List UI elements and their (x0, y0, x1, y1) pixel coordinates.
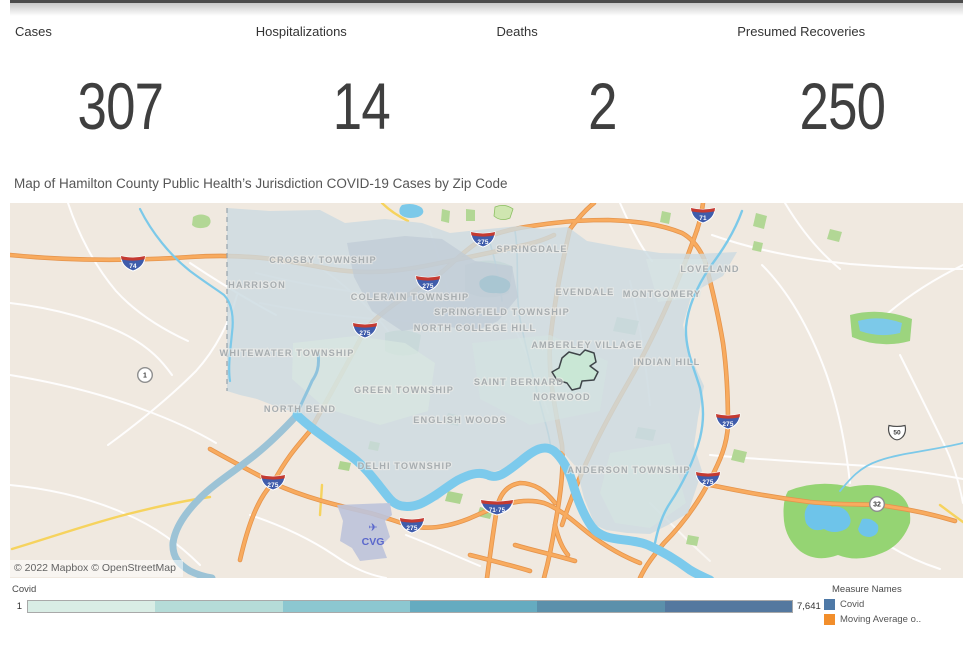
town-label: NORTH COLLEGE HILL (414, 323, 536, 333)
town-label: GREEN TOWNSHIP (354, 385, 454, 395)
color-legend-max: 7,641 (797, 601, 821, 612)
measure-names-legend[interactable]: Measure Names Covid Moving Average o.. (824, 584, 921, 625)
ramp-segment (410, 601, 537, 612)
kpi-value: 307 (24, 68, 217, 144)
town-label: ANDERSON TOWNSHIP (567, 465, 690, 475)
kpi-deaths[interactable]: Deaths 2 (482, 16, 723, 166)
town-label: LOVELAND (680, 264, 739, 274)
kpi-presumed-recoveries[interactable]: Presumed Recoveries 250 (722, 16, 963, 166)
kpi-value: 2 (506, 68, 699, 144)
svg-text:74: 74 (129, 263, 137, 270)
ramp-segment (28, 601, 155, 612)
covid-zip-map[interactable]: ✈ CVG 74 275 275 275 275 275 275 275 71 71·75 1 32 5… (10, 203, 963, 578)
kpi-cases[interactable]: Cases 307 (0, 16, 241, 166)
svg-text:275: 275 (702, 479, 714, 486)
town-label: CROSBY TOWNSHIP (269, 255, 377, 265)
map-canvas: ✈ CVG 74 275 275 275 275 275 275 275 71 71·75 1 32 5… (10, 203, 963, 578)
legend-item-moving-average[interactable]: Moving Average o.. (824, 614, 921, 625)
ramp-segment (283, 601, 410, 612)
kpi-label: Cases (15, 24, 52, 39)
svg-text:275: 275 (722, 421, 734, 428)
town-label: ENGLISH WOODS (413, 415, 506, 425)
svg-text:71: 71 (699, 215, 707, 222)
town-label: SPRINGDALE (496, 244, 567, 254)
town-label: AMBERLEY VILLAGE (531, 340, 642, 350)
route-shield-32: 32 (870, 497, 885, 512)
town-label: NORTH BEND (264, 404, 336, 414)
town-label: HARRISON (228, 280, 286, 290)
town-label: EVENDALE (556, 287, 615, 297)
svg-text:71·75: 71·75 (489, 508, 506, 514)
svg-text:275: 275 (359, 330, 371, 337)
kpi-value: 250 (746, 68, 939, 144)
color-legend-min: 1 (6, 601, 22, 612)
legend-item-label: Moving Average o.. (840, 614, 921, 625)
route-shield-1: 1 (138, 368, 153, 383)
ramp-segment (155, 601, 282, 612)
color-legend-ramp[interactable] (27, 600, 793, 613)
kpi-label: Deaths (497, 24, 538, 39)
map-title: Map of Hamilton County Public Health’s J… (14, 176, 507, 191)
svg-text:1: 1 (143, 373, 147, 380)
svg-text:50: 50 (893, 429, 901, 436)
town-label: DELHI TOWNSHIP (358, 461, 453, 471)
moving-average-swatch (824, 614, 835, 625)
window-top-shadow (10, 3, 963, 16)
measure-names-title: Measure Names (832, 584, 921, 595)
color-legend-title: Covid (12, 584, 36, 595)
covid-swatch (824, 599, 835, 610)
kpi-label: Presumed Recoveries (737, 24, 865, 39)
svg-text:275: 275 (267, 482, 279, 489)
town-label: WHITEWATER TOWNSHIP (220, 348, 355, 358)
airport-code-label: CVG (362, 536, 385, 548)
svg-text:275: 275 (422, 283, 434, 290)
town-label: INDIAN HILL (634, 357, 701, 367)
map-attribution[interactable]: © 2022 Mapbox © OpenStreetMap (10, 560, 183, 577)
town-label: NORWOOD (533, 392, 591, 402)
kpi-hospitalizations[interactable]: Hospitalizations 14 (241, 16, 482, 166)
kpi-value: 14 (265, 68, 458, 144)
town-label: SPRINGFIELD TOWNSHIP (434, 307, 570, 317)
town-label: SAINT BERNARD (474, 377, 564, 387)
town-label: COLERAIN TOWNSHIP (351, 292, 470, 302)
legend-item-label: Covid (840, 599, 864, 610)
town-label: MONTGOMERY (623, 289, 702, 299)
ramp-segment (537, 601, 664, 612)
svg-text:275: 275 (406, 525, 418, 532)
svg-text:32: 32 (873, 502, 881, 509)
svg-text:275: 275 (477, 239, 489, 246)
ramp-segment (665, 601, 792, 612)
dashboard: Cases 307 Hospitalizations 14 Deaths 2 P… (0, 0, 963, 645)
kpi-row: Cases 307 Hospitalizations 14 Deaths 2 P… (0, 16, 963, 166)
legend-item-covid[interactable]: Covid (824, 599, 921, 610)
kpi-label: Hospitalizations (256, 24, 347, 39)
plane-icon: ✈ (368, 522, 377, 534)
